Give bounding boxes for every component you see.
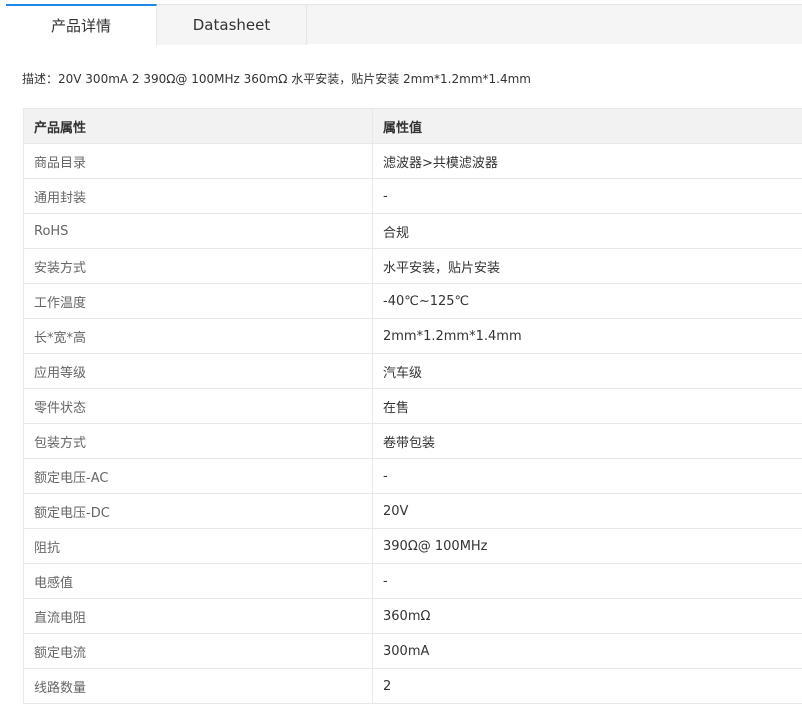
tab-datasheet[interactable]: Datasheet (157, 4, 307, 45)
header-value: 属性值 (372, 108, 802, 144)
table-row: 额定电压-DC 20V (23, 493, 802, 529)
attribute-value: 360mΩ (372, 598, 802, 634)
attribute-value: - (372, 178, 802, 214)
attribute-label: 额定电流 (23, 633, 373, 669)
table-row: RoHS 合规 (23, 213, 802, 249)
attribute-value: - (372, 458, 802, 494)
attribute-value: -40℃~125℃ (372, 283, 802, 319)
header-attribute: 产品属性 (23, 108, 373, 144)
attribute-label: RoHS (23, 213, 373, 249)
attribute-value: 2mm*1.2mm*1.4mm (372, 318, 802, 354)
attribute-label: 额定电压-AC (23, 458, 373, 494)
attribute-label: 安装方式 (23, 248, 373, 284)
table-row: 电感值 - (23, 563, 802, 599)
table-row: 零件状态 在售 (23, 388, 802, 424)
attribute-label: 零件状态 (23, 388, 373, 424)
attribute-value: 20V (372, 493, 802, 529)
table-row: 长*宽*高 2mm*1.2mm*1.4mm (23, 318, 802, 354)
attribute-value: - (372, 563, 802, 599)
table-row: 工作温度 -40℃~125℃ (23, 283, 802, 319)
table-row: 额定电流 300mA (23, 633, 802, 669)
attribute-label: 包装方式 (23, 423, 373, 459)
attribute-value: 汽车级 (372, 353, 802, 389)
attribute-value: 滤波器>共模滤波器 (372, 143, 802, 179)
table-row: 线路数量 2 (23, 668, 802, 704)
table-row: 应用等级 汽车级 (23, 353, 802, 389)
attribute-value: 水平安装，贴片安装 (372, 248, 802, 284)
attribute-label: 工作温度 (23, 283, 373, 319)
attribute-label: 电感值 (23, 563, 373, 599)
attribute-label: 应用等级 (23, 353, 373, 389)
table-body: 商品目录 滤波器>共模滤波器 通用封装 - RoHS 合规 安装方式 水平安装，贴片安装 工作温… (23, 143, 802, 704)
product-description: 描述：20V 300mA 2 390Ω@ 100MHz 360mΩ 水平安装，贴… (22, 72, 531, 86)
table-header-row: 产品属性 属性值 (23, 108, 802, 144)
table-row: 阻抗 390Ω@ 100MHz (23, 528, 802, 564)
tab-bar: 产品详情 Datasheet (6, 4, 802, 45)
attribute-label: 线路数量 (23, 668, 373, 704)
attribute-value: 卷带包装 (372, 423, 802, 459)
attribute-value: 合规 (372, 213, 802, 249)
attribute-value: 390Ω@ 100MHz (372, 528, 802, 564)
attribute-label: 直流电阻 (23, 598, 373, 634)
attribute-value: 在售 (372, 388, 802, 424)
table-row: 通用封装 - (23, 178, 802, 214)
table-row: 额定电压-AC - (23, 458, 802, 494)
table-row: 安装方式 水平安装，贴片安装 (23, 248, 802, 284)
attribute-label: 商品目录 (23, 143, 373, 179)
attribute-label: 长*宽*高 (23, 318, 373, 354)
attribute-value: 2 (372, 668, 802, 704)
attribute-label: 通用封装 (23, 178, 373, 214)
table-row: 直流电阻 360mΩ (23, 598, 802, 634)
tab-product-details[interactable]: 产品详情 (6, 4, 157, 45)
attribute-label: 阻抗 (23, 528, 373, 564)
attributes-table: 产品属性 属性值 商品目录 滤波器>共模滤波器 通用封装 - RoHS 合规 安装方式 水平安… (23, 108, 802, 704)
table-row: 商品目录 滤波器>共模滤波器 (23, 143, 802, 179)
attribute-value: 300mA (372, 633, 802, 669)
table-row: 包装方式 卷带包装 (23, 423, 802, 459)
attribute-label: 额定电压-DC (23, 493, 373, 529)
